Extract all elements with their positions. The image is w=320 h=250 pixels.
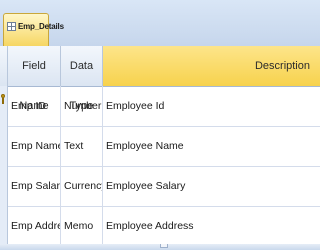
row-selector[interactable] <box>0 86 8 126</box>
table-tab[interactable]: Emp_Details <box>3 13 64 46</box>
document-tab-strip: Emp_Details <box>0 0 320 47</box>
table-design-grid: Field Name Data Type Description Emp ID … <box>0 46 320 250</box>
row-selector[interactable] <box>0 206 8 244</box>
pane-splitter[interactable] <box>0 244 320 250</box>
field-name-cell[interactable]: Emp Address <box>8 206 61 244</box>
description-cell[interactable]: Employee Address <box>103 206 320 244</box>
description-cell[interactable]: Employee Salary <box>103 166 320 206</box>
data-type-cell[interactable]: Currency <box>61 166 103 206</box>
field-name-cell[interactable]: Emp Name <box>8 126 61 166</box>
primary-key-icon <box>1 94 6 104</box>
table-icon <box>7 22 16 31</box>
table-row[interactable]: Emp Name Text Employee Name <box>0 126 320 167</box>
table-row[interactable]: Emp Salary Currency Employee Salary <box>0 166 320 207</box>
data-type-cell[interactable]: Memo <box>61 206 103 244</box>
header-row-selector[interactable] <box>0 46 8 86</box>
column-header-data-type[interactable]: Data Type <box>61 46 103 112</box>
header-row: Field Name Data Type Description <box>0 46 320 112</box>
column-header-description[interactable]: Description <box>103 46 320 86</box>
table-tab-label: Emp_Details <box>18 22 64 31</box>
splitter-grip-icon <box>160 244 168 248</box>
data-type-cell[interactable]: Text <box>61 126 103 166</box>
field-name-cell[interactable]: Emp Salary <box>8 166 61 206</box>
row-selector[interactable] <box>0 126 8 166</box>
table-row[interactable]: Emp ID Number Employee Id <box>0 86 320 127</box>
description-cell[interactable]: Employee Id <box>103 86 320 126</box>
data-type-cell[interactable]: Number <box>61 86 103 126</box>
table-row[interactable]: Emp Address Memo Employee Address <box>0 206 320 245</box>
column-header-field-name[interactable]: Field Name <box>8 46 61 112</box>
description-cell[interactable]: Employee Name <box>103 126 320 166</box>
row-selector[interactable] <box>0 166 8 206</box>
field-name-cell[interactable]: Emp ID <box>8 86 61 126</box>
